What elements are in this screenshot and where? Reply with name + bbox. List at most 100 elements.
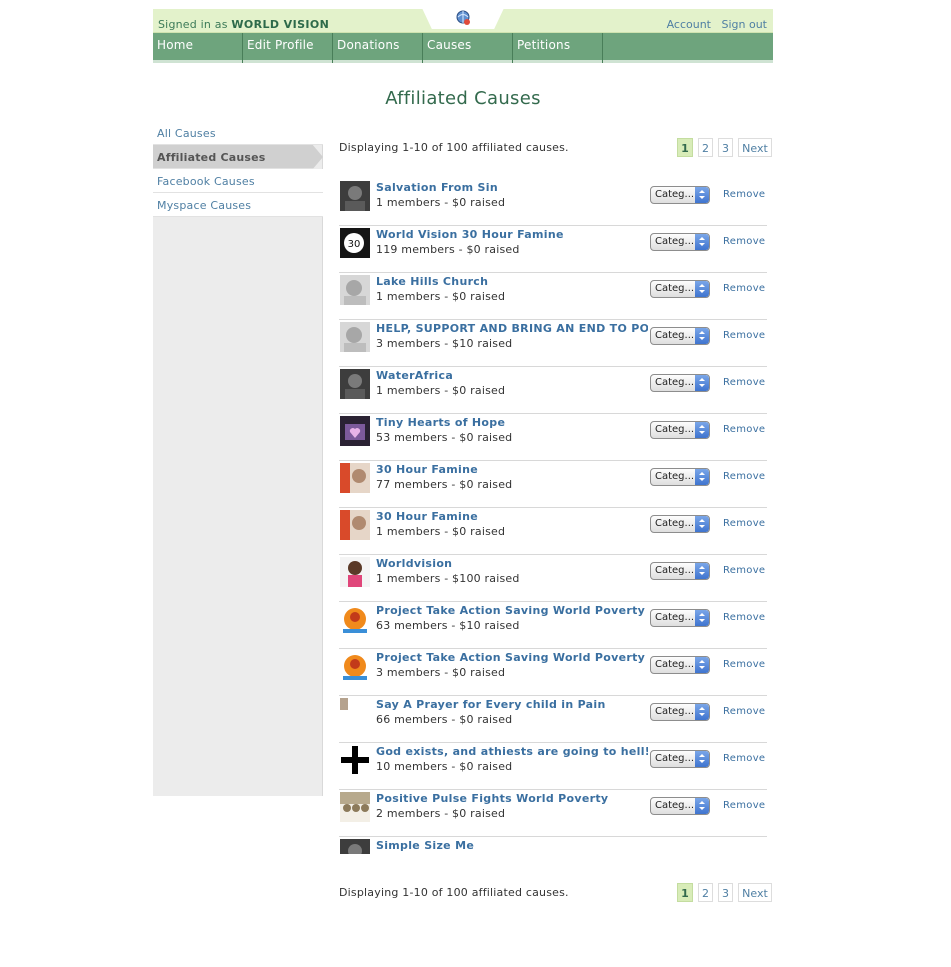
cause-thumbnail-icon[interactable] — [340, 698, 370, 728]
account-links: Account Sign out — [660, 18, 767, 31]
cause-title-link[interactable]: Simple Size Me — [376, 839, 648, 852]
cause-stats: 119 members - $0 raised — [376, 243, 520, 256]
cause-title-link[interactable]: Lake Hills Church — [376, 275, 648, 288]
cause-row: Lake Hills Church 1 members - $0 raised Ca… — [339, 273, 767, 320]
cause-title-link[interactable]: 30 Hour Famine — [376, 463, 648, 476]
category-select[interactable]: Categ... — [650, 468, 710, 486]
cause-row: Say A Prayer for Every child in Pain 66 m… — [339, 696, 767, 743]
category-select-value: Categ... — [655, 518, 695, 529]
cause-thumbnail-icon[interactable] — [340, 651, 370, 681]
remove-link[interactable]: Remove — [723, 330, 765, 341]
nav-edit-profile[interactable]: Edit Profile — [243, 33, 333, 63]
category-select[interactable]: Categ... — [650, 609, 710, 627]
cause-title-link[interactable]: HELP, SUPPORT AND BRING AN END TO POVERT… — [376, 322, 648, 335]
next-page-button[interactable]: Next — [738, 883, 772, 902]
next-page-button[interactable]: Next — [738, 138, 772, 157]
sidebar-item-facebook-causes[interactable]: Facebook Causes — [153, 169, 323, 193]
category-select-value: Categ... — [655, 753, 695, 764]
category-select[interactable]: Categ... — [650, 656, 710, 674]
category-select[interactable]: Categ... — [650, 186, 710, 204]
cause-thumbnail-icon[interactable] — [340, 792, 370, 822]
cause-title-link[interactable]: Salvation From Sin — [376, 181, 648, 194]
cause-stats: 1 members - $100 raised — [376, 572, 520, 585]
category-select-value: Categ... — [655, 424, 695, 435]
cause-title-link[interactable]: WaterAfrica — [376, 369, 648, 382]
cause-stats: 2 members - $0 raised — [376, 807, 506, 820]
category-select[interactable]: Categ... — [650, 797, 710, 815]
category-select[interactable]: Categ... — [650, 327, 710, 345]
category-select[interactable]: Categ... — [650, 515, 710, 533]
cause-thumbnail-icon[interactable] — [340, 604, 370, 634]
cause-thumbnail-icon[interactable] — [340, 181, 370, 211]
page-3-button[interactable]: 3 — [718, 883, 733, 902]
cause-stats: 1 members - $0 raised — [376, 384, 506, 397]
cause-thumbnail-icon[interactable] — [340, 745, 370, 775]
remove-link[interactable]: Remove — [723, 800, 765, 811]
category-select[interactable]: Categ... — [650, 374, 710, 392]
page-2-button[interactable]: 2 — [698, 883, 713, 902]
nav-donations[interactable]: Donations — [333, 33, 423, 63]
cause-row: Positive Pulse Fights World Poverty 2 mem… — [339, 790, 767, 837]
category-select[interactable]: Categ... — [650, 280, 710, 298]
cause-title-link[interactable]: Say A Prayer for Every child in Pain — [376, 698, 648, 711]
select-arrows-icon — [695, 516, 709, 532]
sidebar-item-all-causes[interactable]: All Causes — [153, 121, 323, 145]
select-arrows-icon — [695, 469, 709, 485]
category-select[interactable]: Categ... — [650, 703, 710, 721]
cause-thumbnail-icon[interactable] — [340, 275, 370, 305]
page-1-button[interactable]: 1 — [677, 883, 693, 902]
cause-thumbnail-icon[interactable] — [340, 322, 370, 352]
account-link[interactable]: Account — [667, 18, 711, 31]
page-2-button[interactable]: 2 — [698, 138, 713, 157]
cause-row: WaterAfrica 1 members - $0 raised Categ...… — [339, 367, 767, 414]
cause-title-link[interactable]: Positive Pulse Fights World Poverty — [376, 792, 648, 805]
remove-link[interactable]: Remove — [723, 518, 765, 529]
category-select[interactable]: Categ... — [650, 421, 710, 439]
cause-stats: 1 members - $0 raised — [376, 290, 506, 303]
cause-title-link[interactable]: Project Take Action Saving World Poverty — [376, 651, 648, 664]
remove-link[interactable]: Remove — [723, 377, 765, 388]
cause-thumbnail-icon[interactable] — [340, 416, 370, 446]
cause-stats: 63 members - $10 raised — [376, 619, 520, 632]
causes-list: Salvation From Sin 1 members - $0 raised C… — [339, 179, 767, 854]
globe-logo-icon[interactable] — [454, 9, 472, 27]
cause-thumbnail-icon[interactable] — [340, 463, 370, 493]
category-select[interactable]: Categ... — [650, 562, 710, 580]
sidebar-item-myspace-causes[interactable]: Myspace Causes — [153, 193, 323, 217]
category-select[interactable]: Categ... — [650, 750, 710, 768]
cause-title-link[interactable]: Worldvision — [376, 557, 648, 570]
remove-link[interactable]: Remove — [723, 424, 765, 435]
sidebar-item-affiliated-causes[interactable]: Affiliated Causes — [153, 145, 323, 169]
cause-title-link[interactable]: World Vision 30 Hour Famine — [376, 228, 648, 241]
remove-link[interactable]: Remove — [723, 659, 765, 670]
select-arrows-icon — [695, 610, 709, 626]
cause-title-link[interactable]: Project Take Action Saving World Poverty — [376, 604, 648, 617]
page-1-button[interactable]: 1 — [677, 138, 693, 157]
remove-link[interactable]: Remove — [723, 236, 765, 247]
cause-thumbnail-icon[interactable] — [340, 369, 370, 399]
remove-link[interactable]: Remove — [723, 283, 765, 294]
cause-row: 30 Hour Famine 77 members - $0 raised Cate… — [339, 461, 767, 508]
remove-link[interactable]: Remove — [723, 612, 765, 623]
nav-home[interactable]: Home — [153, 33, 243, 63]
category-select[interactable]: Categ... — [650, 233, 710, 251]
cause-thumbnail-icon[interactable] — [340, 839, 370, 854]
nav-causes[interactable]: Causes — [423, 33, 513, 63]
nav-petitions[interactable]: Petitions — [513, 33, 603, 63]
cause-title-link[interactable]: 30 Hour Famine — [376, 510, 648, 523]
cause-title-link[interactable]: God exists, and athiests are going to he… — [376, 745, 648, 758]
select-arrows-icon — [695, 375, 709, 391]
remove-link[interactable]: Remove — [723, 189, 765, 200]
remove-link[interactable]: Remove — [723, 706, 765, 717]
select-arrows-icon — [695, 234, 709, 250]
remove-link[interactable]: Remove — [723, 471, 765, 482]
page-3-button[interactable]: 3 — [718, 138, 733, 157]
select-arrows-icon — [695, 328, 709, 344]
cause-title-link[interactable]: Tiny Hearts of Hope — [376, 416, 648, 429]
remove-link[interactable]: Remove — [723, 753, 765, 764]
signout-link[interactable]: Sign out — [721, 18, 767, 31]
cause-thumbnail-icon[interactable] — [340, 557, 370, 587]
remove-link[interactable]: Remove — [723, 565, 765, 576]
cause-thumbnail-icon[interactable]: 30 — [340, 228, 370, 258]
cause-thumbnail-icon[interactable] — [340, 510, 370, 540]
